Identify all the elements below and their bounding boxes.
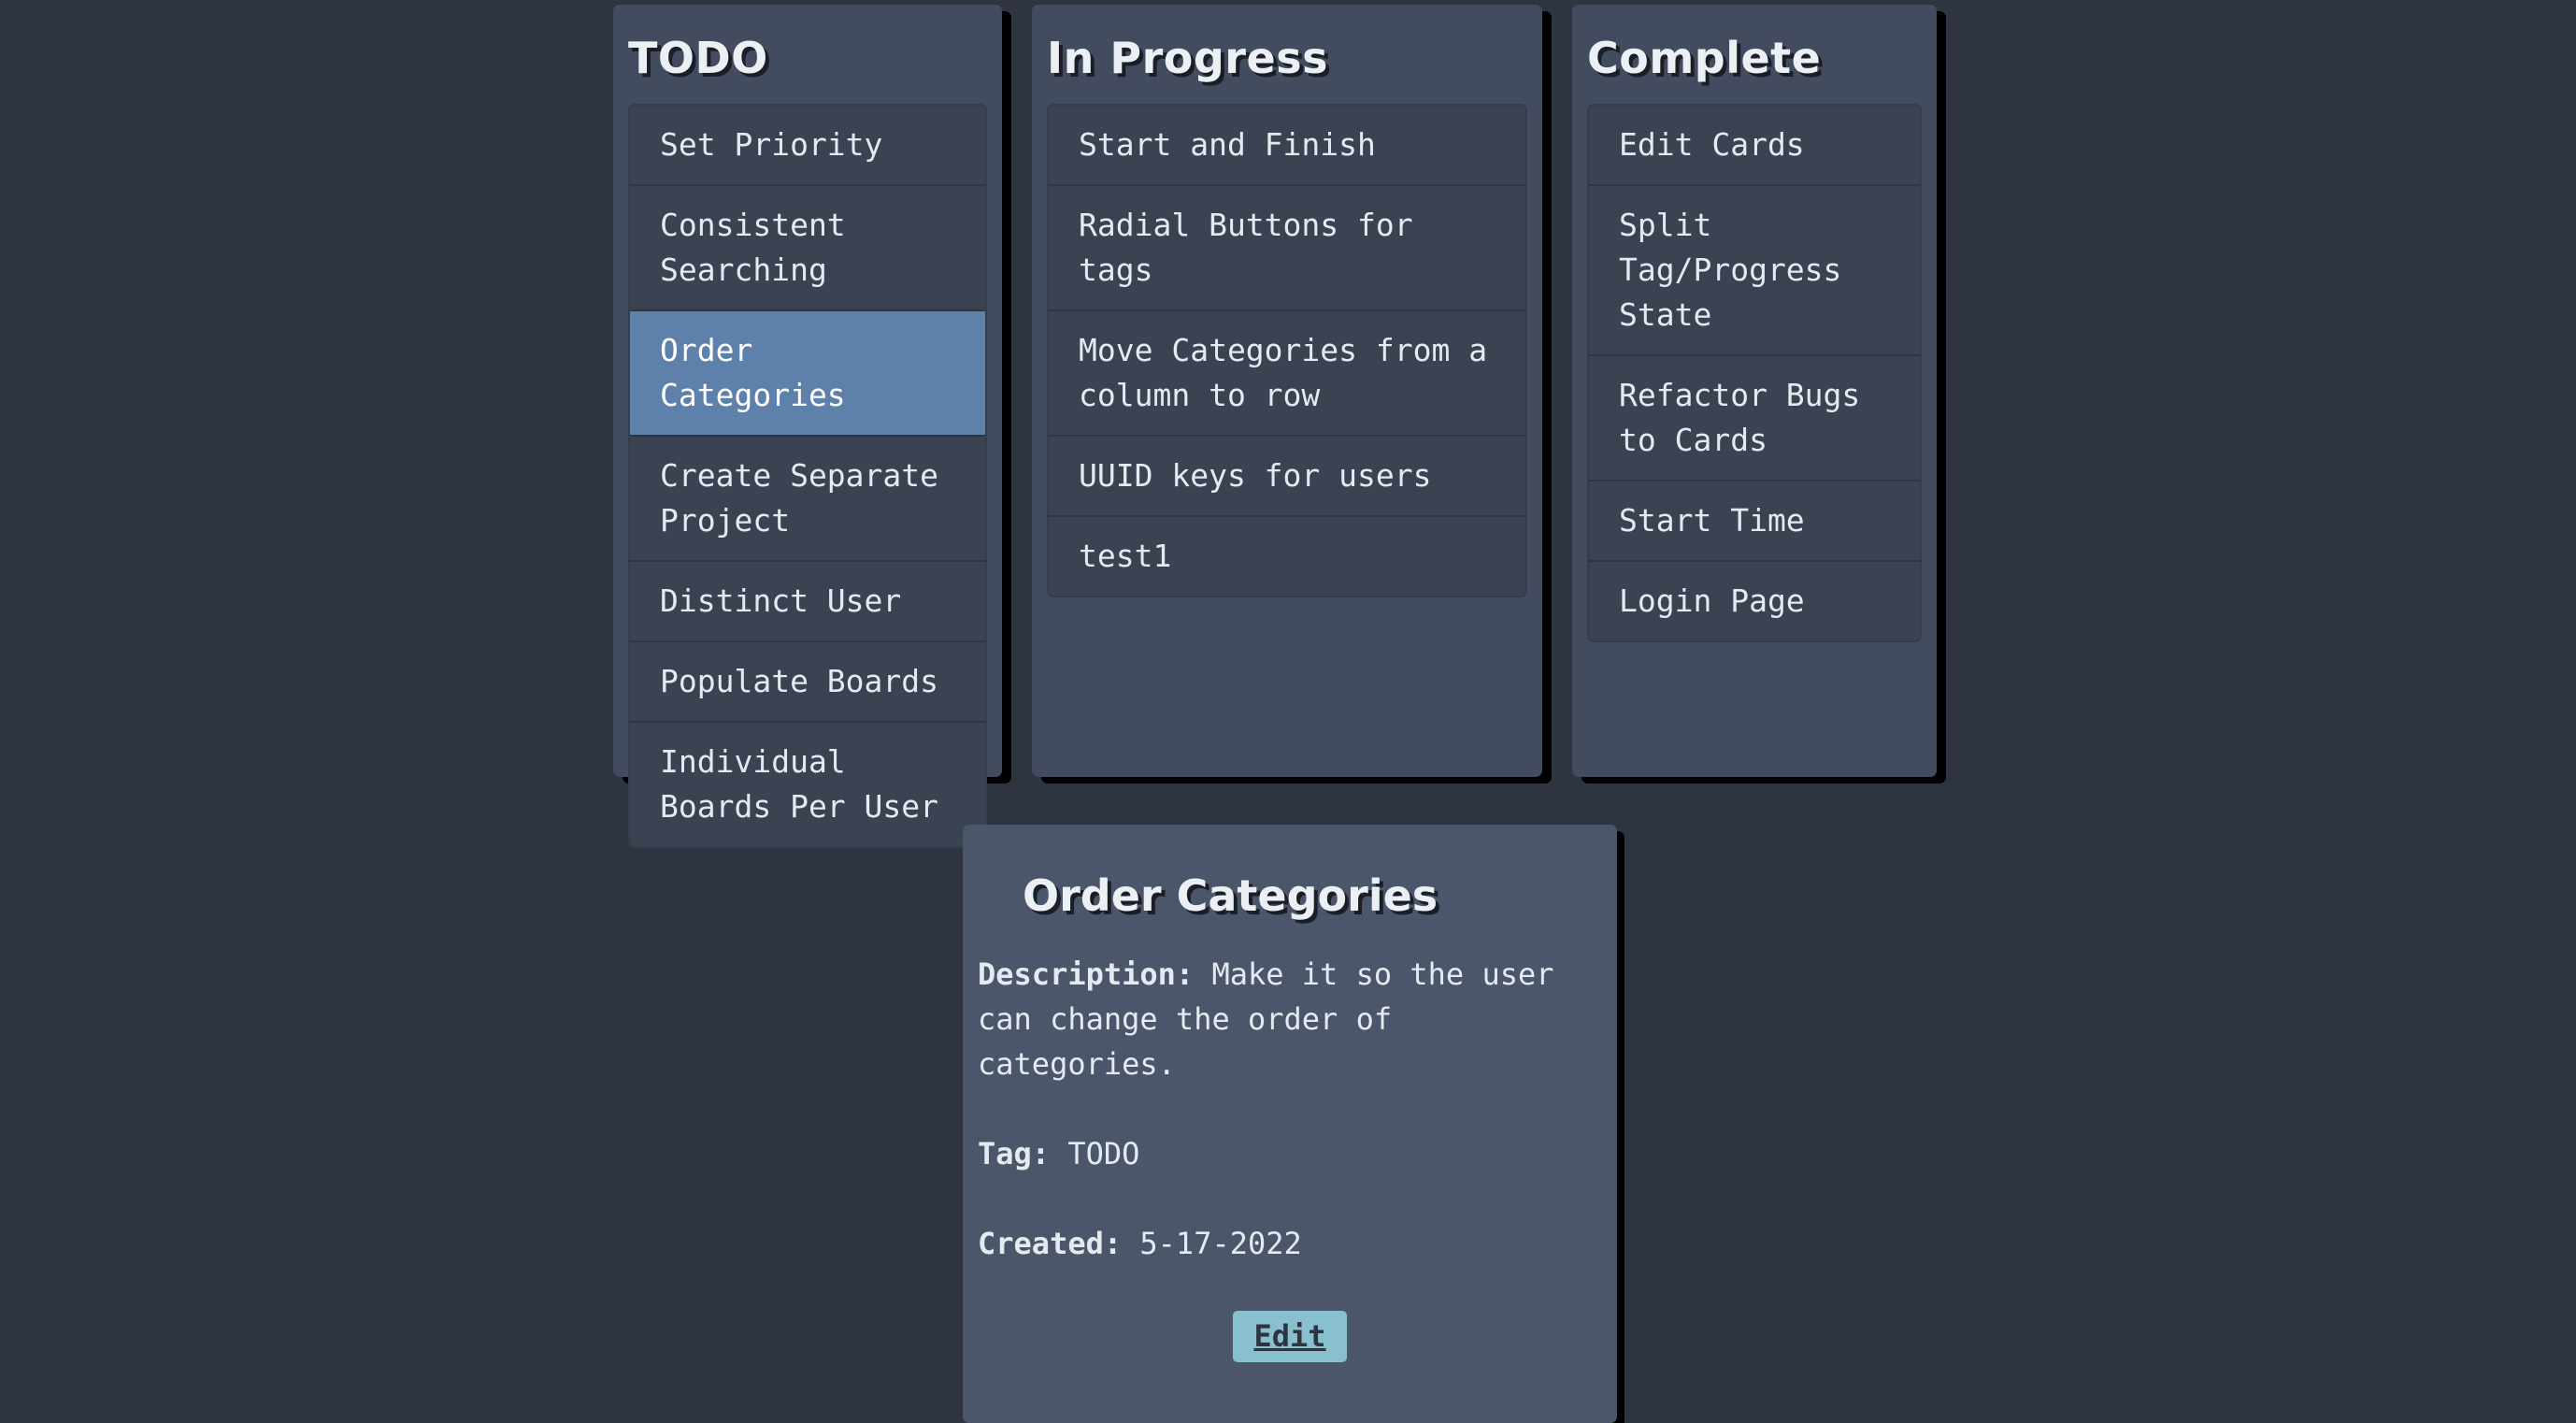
created-value: 5-17-2022 (1139, 1226, 1302, 1261)
card-list: Start and Finish Radial Buttons for tags… (1047, 104, 1527, 597)
detail-created: Created: 5-17-2022 (978, 1221, 1602, 1266)
card-start-time[interactable]: Start Time (1589, 480, 1920, 560)
card-consistent-searching[interactable]: Consistent Searching (630, 184, 985, 309)
column-title: In Progress (1047, 33, 1328, 83)
card-create-separate-project[interactable]: Create Separate Project (630, 435, 985, 560)
created-label: Created: (978, 1226, 1140, 1261)
card-distinct-user[interactable]: Distinct User (630, 560, 985, 640)
column-title: Complete (1587, 33, 1822, 83)
card-move-categories[interactable]: Move Categories from a column to row (1049, 309, 1525, 435)
card-edit-cards[interactable]: Edit Cards (1589, 106, 1920, 184)
card-radial-buttons-for-tags[interactable]: Radial Buttons for tags (1049, 184, 1525, 309)
column-in-progress: In Progress Start and Finish Radial Butt… (1032, 5, 1542, 777)
card-set-priority[interactable]: Set Priority (630, 106, 985, 184)
column-complete: Complete Edit Cards Split Tag/Progress S… (1572, 5, 1937, 777)
card-start-and-finish[interactable]: Start and Finish (1049, 106, 1525, 184)
detail-title: Order Categories (1023, 870, 1438, 921)
description-label: Description: (978, 956, 1212, 992)
card-order-categories[interactable]: Order Categories (630, 309, 985, 435)
card-individual-boards-per-user[interactable]: Individual Boards Per User (630, 721, 985, 846)
card-list: Set Priority Consistent Searching Order … (628, 104, 987, 848)
tag-value: TODO (1067, 1136, 1140, 1171)
edit-button-wrap: Edit (978, 1311, 1602, 1362)
card-detail-panel: Order Categories Description: Make it so… (963, 825, 1617, 1423)
card-test1[interactable]: test1 (1049, 515, 1525, 596)
detail-tag: Tag: TODO (978, 1131, 1602, 1176)
card-populate-boards[interactable]: Populate Boards (630, 640, 985, 721)
column-todo: TODO Set Priority Consistent Searching O… (613, 5, 1002, 848)
edit-button[interactable]: Edit (1233, 1311, 1347, 1362)
card-split-tag-progress-state[interactable]: Split Tag/Progress State (1589, 184, 1920, 354)
card-uuid-keys-for-users[interactable]: UUID keys for users (1049, 435, 1525, 515)
card-refactor-bugs-to-cards[interactable]: Refactor Bugs to Cards (1589, 354, 1920, 480)
tag-label: Tag: (978, 1136, 1068, 1171)
column-title: TODO (628, 33, 768, 83)
card-list: Edit Cards Split Tag/Progress State Refa… (1587, 104, 1922, 642)
detail-description: Description: Make it so the user can cha… (978, 952, 1602, 1086)
card-login-page[interactable]: Login Page (1589, 560, 1920, 640)
